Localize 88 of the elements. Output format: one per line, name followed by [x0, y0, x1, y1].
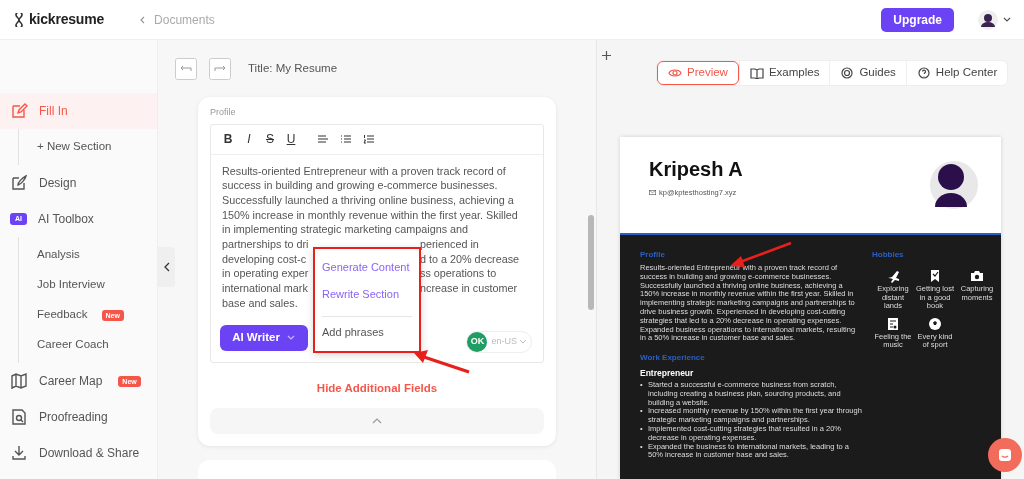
text-line: d to a 20% decrease: [420, 251, 520, 267]
logo-text: kickresume: [29, 10, 105, 29]
download-icon: [10, 444, 28, 462]
sidebar-item-label: Proofreading: [39, 409, 108, 426]
text-line: ncrease in customer: [420, 281, 518, 296]
document-title[interactable]: Title: My Resume: [248, 59, 338, 78]
help-icon: [916, 67, 931, 79]
redo-button[interactable]: [209, 57, 231, 80]
preview-tab[interactable]: Guides: [829, 61, 906, 85]
text-line: Results-oriented Entrepreneur with a proven track record of: [222, 163, 506, 179]
resume-heading: Work Experience: [640, 352, 706, 365]
collapse-panel-button[interactable]: [158, 247, 175, 287]
text-line: partnerships to dri: [222, 238, 309, 250]
sidebar-item-label: Feedback: [37, 307, 88, 323]
camera-icon: [970, 269, 984, 283]
chevron-left-icon: [162, 261, 171, 273]
map-icon: [10, 372, 28, 390]
text-line: in implementing strategic marketing campaigns and: [222, 222, 469, 237]
text-line: in operating exper: [222, 267, 309, 280]
text-line: Successfully launched a thriving online business, achieving a: [222, 192, 514, 208]
undo-button[interactable]: [175, 57, 197, 80]
eye-icon: [668, 67, 682, 79]
sidebar-subitem[interactable]: Career Coach: [19, 330, 157, 360]
text-line: perienced in: [420, 237, 479, 252]
text-editor[interactable]: [210, 123, 544, 363]
resume-name: Kripesh A: [649, 157, 743, 181]
resume-heading: Profile: [640, 249, 666, 261]
text-line: ss operations to: [420, 266, 497, 282]
sidebar-item-label: Job Interview: [37, 277, 105, 293]
numbered-list-icon[interactable]: [363, 133, 375, 145]
scrollbar-thumb[interactable]: [588, 215, 594, 310]
mail-icon: [649, 190, 656, 196]
chevron-down-icon: [519, 338, 527, 345]
target-icon: [840, 67, 855, 79]
sidebar-subitem[interactable]: Job Interview: [19, 270, 157, 300]
sidebar-item[interactable]: Proofreading: [0, 399, 157, 435]
sidebar-item-label: AI Toolbox: [38, 211, 94, 228]
preview-tab[interactable]: Examples: [738, 61, 830, 85]
spellcheck-badge: OK: [467, 331, 488, 352]
text-line: international mark: [222, 282, 308, 295]
soccer-ball-icon: [928, 316, 942, 331]
sidebar-item-label: + New Section: [37, 139, 112, 155]
chevron-up-icon: [371, 416, 383, 425]
chat-button[interactable]: [988, 438, 1022, 472]
section-label: Profile: [210, 106, 237, 119]
text-line: base and sales.: [222, 295, 298, 311]
sidebar-item-label: Career Map: [39, 373, 103, 390]
sidebar-item-label: Download & Share: [39, 445, 140, 462]
avatar[interactable]: [978, 9, 998, 30]
format-button[interactable]: U: [286, 130, 296, 148]
bookmark-icon: [928, 269, 942, 283]
sidebar-item-label: Design: [39, 175, 77, 192]
bullet-list-icon[interactable]: [340, 133, 352, 145]
sidebar-item-label: Fill In: [39, 103, 68, 120]
job-title: Entrepreneur: [640, 367, 695, 380]
design-icon: [10, 174, 28, 192]
sidebar-item[interactable]: Download & Share: [0, 435, 157, 471]
menu-item[interactable]: Rewrite Section: [322, 280, 412, 308]
sidebar-item[interactable]: Design: [0, 165, 157, 201]
sidebar-item-label: Career Coach: [37, 337, 109, 353]
format-button[interactable]: B: [223, 130, 233, 148]
logo-icon: [12, 12, 26, 27]
book-icon: [749, 67, 764, 79]
sidebar-item-label: Analysis: [37, 247, 80, 263]
add-icon[interactable]: [602, 51, 611, 60]
ai-writer-button[interactable]: AI Writer: [220, 324, 308, 351]
preview-tab[interactable]: Help Center: [905, 61, 1008, 85]
sidebar-subitem[interactable]: + New Section: [19, 132, 157, 162]
chevron-down-icon: [1002, 15, 1012, 24]
annotation-arrow: [414, 350, 470, 374]
format-button[interactable]: S: [265, 130, 275, 148]
upgrade-button[interactable]: Upgrade: [881, 7, 954, 32]
chevron-left-icon: [138, 14, 147, 25]
annotation-arrow: [730, 241, 792, 267]
edit-icon: [10, 102, 28, 120]
menu-item[interactable]: Add phrases: [322, 318, 412, 346]
sidebar-subitem[interactable]: Analysis: [19, 240, 157, 270]
resume-heading: Hobbies: [872, 249, 905, 261]
chevron-down-icon: [285, 333, 296, 342]
document-search-icon: [10, 408, 28, 426]
text-line: developing cost-c: [222, 252, 307, 265]
text-line: 150% increase in monthly revenue within the first year. Skilled: [222, 207, 518, 223]
format-button[interactable]: I: [244, 130, 254, 148]
menu-item[interactable]: Generate Content: [322, 253, 412, 281]
chat-icon: [998, 448, 1012, 462]
align-left-icon[interactable]: [317, 133, 329, 145]
text-line: success in building and growing e-commerce businesses.: [222, 178, 498, 193]
music-sheet-icon: [886, 316, 900, 331]
